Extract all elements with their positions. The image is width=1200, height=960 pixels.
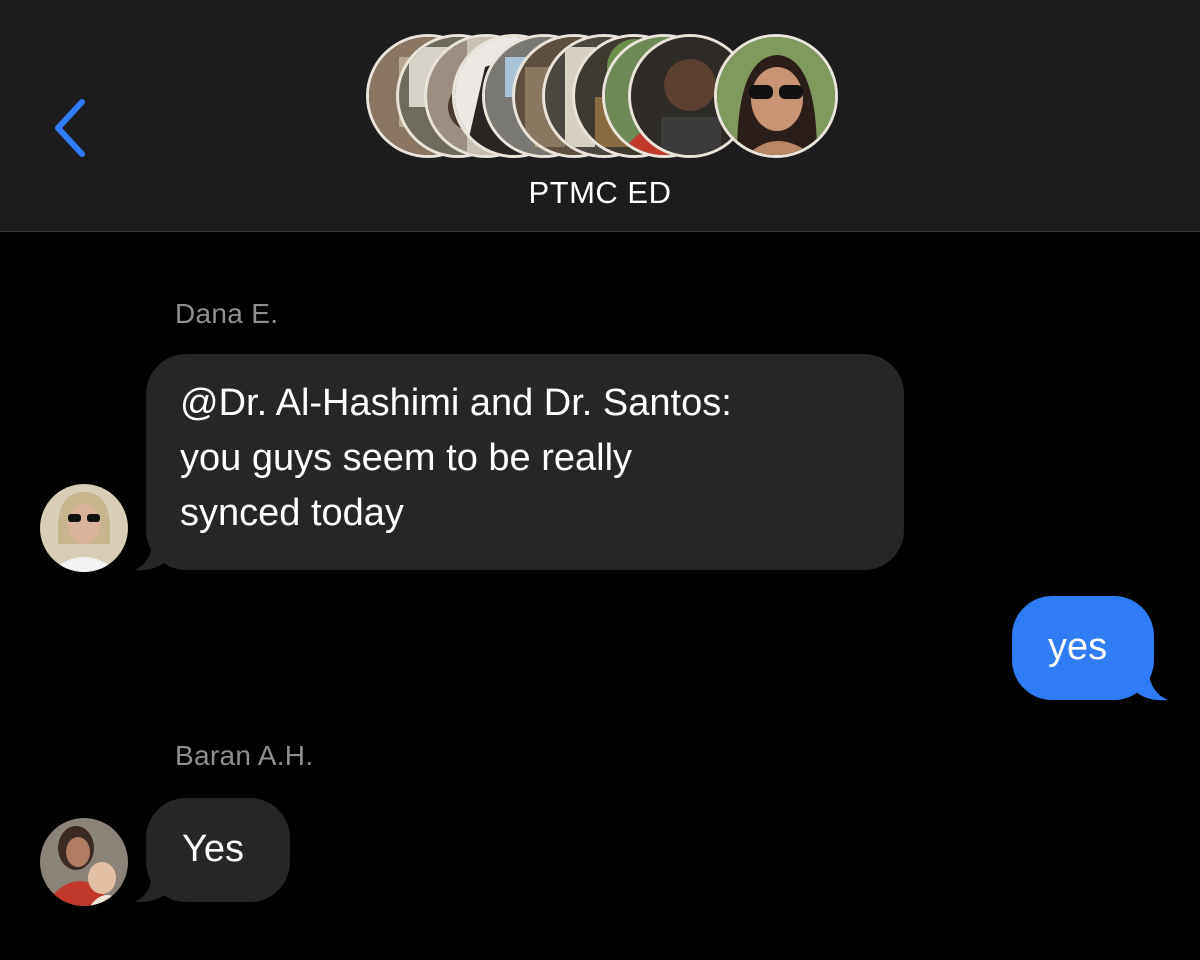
chevron-left-icon (55, 99, 85, 157)
message-bubble[interactable]: yes (1012, 596, 1154, 700)
group-avatar-stack[interactable] (366, 34, 838, 158)
participant-avatar (714, 34, 838, 158)
group-name[interactable]: PTMC ED (0, 175, 1200, 211)
message-bubble[interactable]: @Dr. Al-Hashimi and Dr. Santos: you guys… (146, 354, 904, 570)
sender-name: Baran A.H. (175, 740, 314, 771)
message-text: yes (1048, 626, 1108, 668)
message-text: @Dr. Al-Hashimi and Dr. Santos: you guys… (180, 382, 732, 534)
conversation-header: PTMC ED (0, 0, 1200, 232)
bubble-tail (134, 866, 170, 903)
sender-name: Dana E. (175, 298, 279, 329)
sender-avatar[interactable] (40, 484, 128, 572)
bubble-tail (134, 534, 170, 571)
back-button[interactable] (40, 92, 100, 164)
message-text: Yes (182, 828, 244, 870)
sender-avatar[interactable] (40, 818, 128, 906)
messages-screen: PTMC ED Dana E. @Dr. Al-Hashimi and Dr. … (0, 0, 1200, 960)
bubble-tail (1134, 664, 1168, 701)
